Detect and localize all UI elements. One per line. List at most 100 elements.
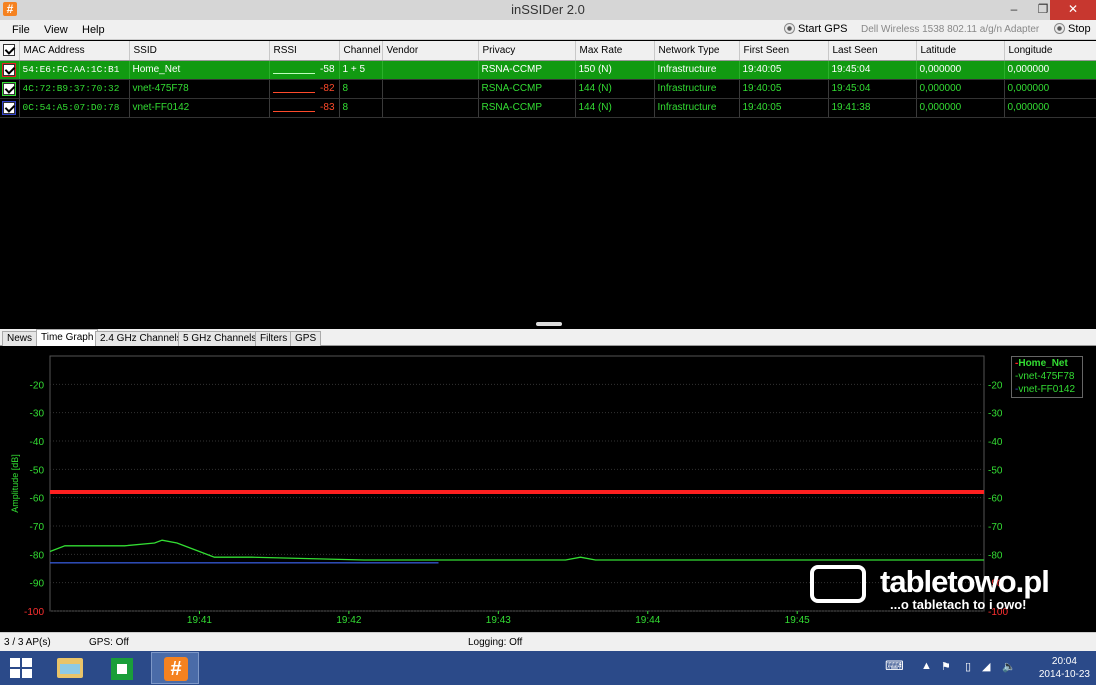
clock[interactable]: 20:04 2014-10-23 bbox=[1039, 655, 1090, 681]
cell-network-type: Infrastructure bbox=[654, 98, 740, 118]
menu-help[interactable]: Help bbox=[82, 24, 105, 36]
logging-status: Logging: Off bbox=[468, 637, 523, 648]
y-tick-label-right: -70 bbox=[988, 522, 1003, 533]
x-tick-label: 19:42 bbox=[336, 615, 361, 626]
y-tick-label-right: -60 bbox=[988, 494, 1003, 505]
tab-5ghz-channels[interactable]: 5 GHz Channels bbox=[178, 331, 262, 346]
y-tick-label-left: -50 bbox=[30, 465, 45, 476]
row-color-swatch bbox=[2, 100, 16, 115]
tab-gps[interactable]: GPS bbox=[290, 331, 322, 346]
row-checkbox[interactable] bbox=[0, 79, 20, 99]
show-hidden-icons[interactable]: ▲ bbox=[921, 660, 932, 672]
x-tick-label: 19:41 bbox=[187, 615, 212, 626]
menu-view[interactable]: View bbox=[44, 24, 68, 36]
stop-label: Stop bbox=[1068, 23, 1091, 35]
legend-item: -vnet-475F78 bbox=[1015, 370, 1082, 383]
start-gps-button[interactable]: Start GPS bbox=[784, 23, 848, 35]
column-max-rate[interactable]: Max Rate bbox=[575, 41, 655, 61]
watermark-brand: tabletowo.pl bbox=[880, 564, 1050, 599]
file-explorer-icon[interactable] bbox=[46, 652, 94, 684]
x-tick-label: 19:44 bbox=[635, 615, 660, 626]
store-icon[interactable] bbox=[98, 652, 146, 684]
legend-label: vnet-FF0142 bbox=[1018, 384, 1076, 395]
y-tick-label-left: -100 bbox=[24, 607, 44, 618]
legend-item: -vnet-FF0142 bbox=[1015, 383, 1082, 396]
window-title: inSSIDer 2.0 bbox=[511, 2, 585, 17]
table-row[interactable]: 4C:72:B9:37:70:32 vnet-475F78 -82 8 RSNA-CCM… bbox=[0, 79, 1096, 99]
table-row[interactable]: 54:E6:FC:AA:1C:B1 Home_Net -58 1 + 5 RSNA-CC… bbox=[0, 60, 1096, 80]
inssider-taskbar-icon[interactable]: # bbox=[151, 652, 199, 684]
cell-longitude: 0,000000 bbox=[1004, 60, 1096, 80]
start-button[interactable] bbox=[10, 658, 32, 678]
column-vendor[interactable]: Vendor bbox=[382, 41, 479, 61]
watermark-tagline: ...o tabletach to i owo! bbox=[890, 597, 1027, 612]
ap-count: 3 / 3 AP(s) bbox=[4, 637, 51, 648]
rssi-value: -82 bbox=[320, 82, 335, 94]
network-signal-icon[interactable]: ◢ bbox=[982, 660, 990, 673]
keyboard-icon[interactable]: ⌨ bbox=[885, 658, 904, 674]
select-all-checkbox[interactable] bbox=[0, 41, 20, 61]
x-tick-label: 19:43 bbox=[486, 615, 511, 626]
adapter-select[interactable]: Dell Wireless 1538 802.11 a/g/n Adapter bbox=[861, 24, 1039, 35]
rssi-value: -58 bbox=[320, 63, 335, 75]
row-color-swatch bbox=[2, 81, 16, 96]
tab-news[interactable]: News bbox=[2, 331, 38, 346]
clock-date: 2014-10-23 bbox=[1038, 669, 1090, 680]
volume-icon[interactable]: 🔈 bbox=[1002, 660, 1016, 673]
rssi-sparkline bbox=[272, 91, 315, 93]
column-latitude[interactable]: Latitude bbox=[916, 41, 1005, 61]
column-rssi[interactable]: RSSI bbox=[269, 41, 340, 61]
cell-max-rate: 144 (N) bbox=[575, 79, 655, 99]
cell-first-seen: 19:40:05 bbox=[739, 60, 829, 80]
y-tick-label-right: -80 bbox=[988, 550, 1003, 561]
y-tick-label-left: -70 bbox=[30, 522, 45, 533]
column-ssid[interactable]: SSID bbox=[129, 41, 270, 61]
row-checkbox[interactable] bbox=[0, 60, 20, 80]
tablet-logo-icon bbox=[810, 565, 866, 603]
checkbox-icon bbox=[3, 82, 15, 95]
legend-label: Home_Net bbox=[1018, 358, 1068, 369]
action-center-flag-icon[interactable]: ⚑ bbox=[941, 660, 951, 673]
minimize-icon[interactable]: – bbox=[1000, 0, 1028, 20]
tab-filters[interactable]: Filters bbox=[255, 331, 293, 346]
cell-ssid: Home_Net bbox=[129, 60, 270, 80]
column-channel[interactable]: Channel bbox=[339, 41, 383, 61]
menu-bar: File View Help Start GPS Dell Wireless 1… bbox=[0, 20, 1096, 40]
cell-network-type: Infrastructure bbox=[654, 60, 740, 80]
watermark: tabletowo.pl ...o tabletach to i owo! bbox=[810, 564, 1080, 615]
row-checkbox[interactable] bbox=[0, 98, 20, 118]
cell-channel: 8 bbox=[339, 79, 383, 99]
tab-2-4ghz-channels[interactable]: 2.4 GHz Channels bbox=[95, 331, 187, 346]
status-bar: 3 / 3 AP(s) GPS: Off Logging: Off bbox=[0, 632, 1096, 651]
menu-file[interactable]: File bbox=[12, 24, 30, 36]
column-network-type[interactable]: Network Type bbox=[654, 41, 740, 61]
battery-icon[interactable]: ▯ bbox=[965, 660, 971, 673]
panel-splitter[interactable] bbox=[536, 322, 562, 326]
column-privacy[interactable]: Privacy bbox=[478, 41, 576, 61]
cell-last-seen: 19:41:38 bbox=[828, 98, 917, 118]
cell-vendor bbox=[382, 60, 479, 80]
rssi-value: -83 bbox=[320, 101, 335, 113]
cell-latitude: 0,000000 bbox=[916, 98, 1005, 118]
tab-time-graph[interactable]: Time Graph bbox=[36, 329, 99, 346]
stop-button[interactable]: Stop bbox=[1054, 23, 1091, 35]
column-last-seen[interactable]: Last Seen bbox=[828, 41, 917, 61]
checkbox-icon bbox=[3, 101, 15, 114]
title-bar: # inSSIDer 2.0 – ❐ ✕ bbox=[0, 0, 1096, 20]
close-icon[interactable]: ✕ bbox=[1050, 0, 1096, 20]
checkbox-icon bbox=[3, 44, 15, 57]
y-tick-label-right: -20 bbox=[988, 380, 1003, 391]
cell-channel: 1 + 5 bbox=[339, 60, 383, 80]
table-row[interactable]: 0C:54:A5:07:D0:78 vnet-FF0142 -83 8 RSNA-CCM… bbox=[0, 98, 1096, 118]
column-mac[interactable]: MAC Address bbox=[19, 41, 130, 61]
y-tick-label-left: -20 bbox=[30, 380, 45, 391]
cell-vendor bbox=[382, 79, 479, 99]
cell-vendor bbox=[382, 98, 479, 118]
stop-icon bbox=[1054, 23, 1065, 34]
start-gps-label: Start GPS bbox=[798, 23, 848, 35]
cell-mac: 0C:54:A5:07:D0:78 bbox=[19, 98, 130, 118]
cell-last-seen: 19:45:04 bbox=[828, 60, 917, 80]
column-first-seen[interactable]: First Seen bbox=[739, 41, 829, 61]
column-longitude[interactable]: Longitude bbox=[1004, 41, 1096, 61]
x-tick-label: 19:45 bbox=[785, 615, 810, 626]
